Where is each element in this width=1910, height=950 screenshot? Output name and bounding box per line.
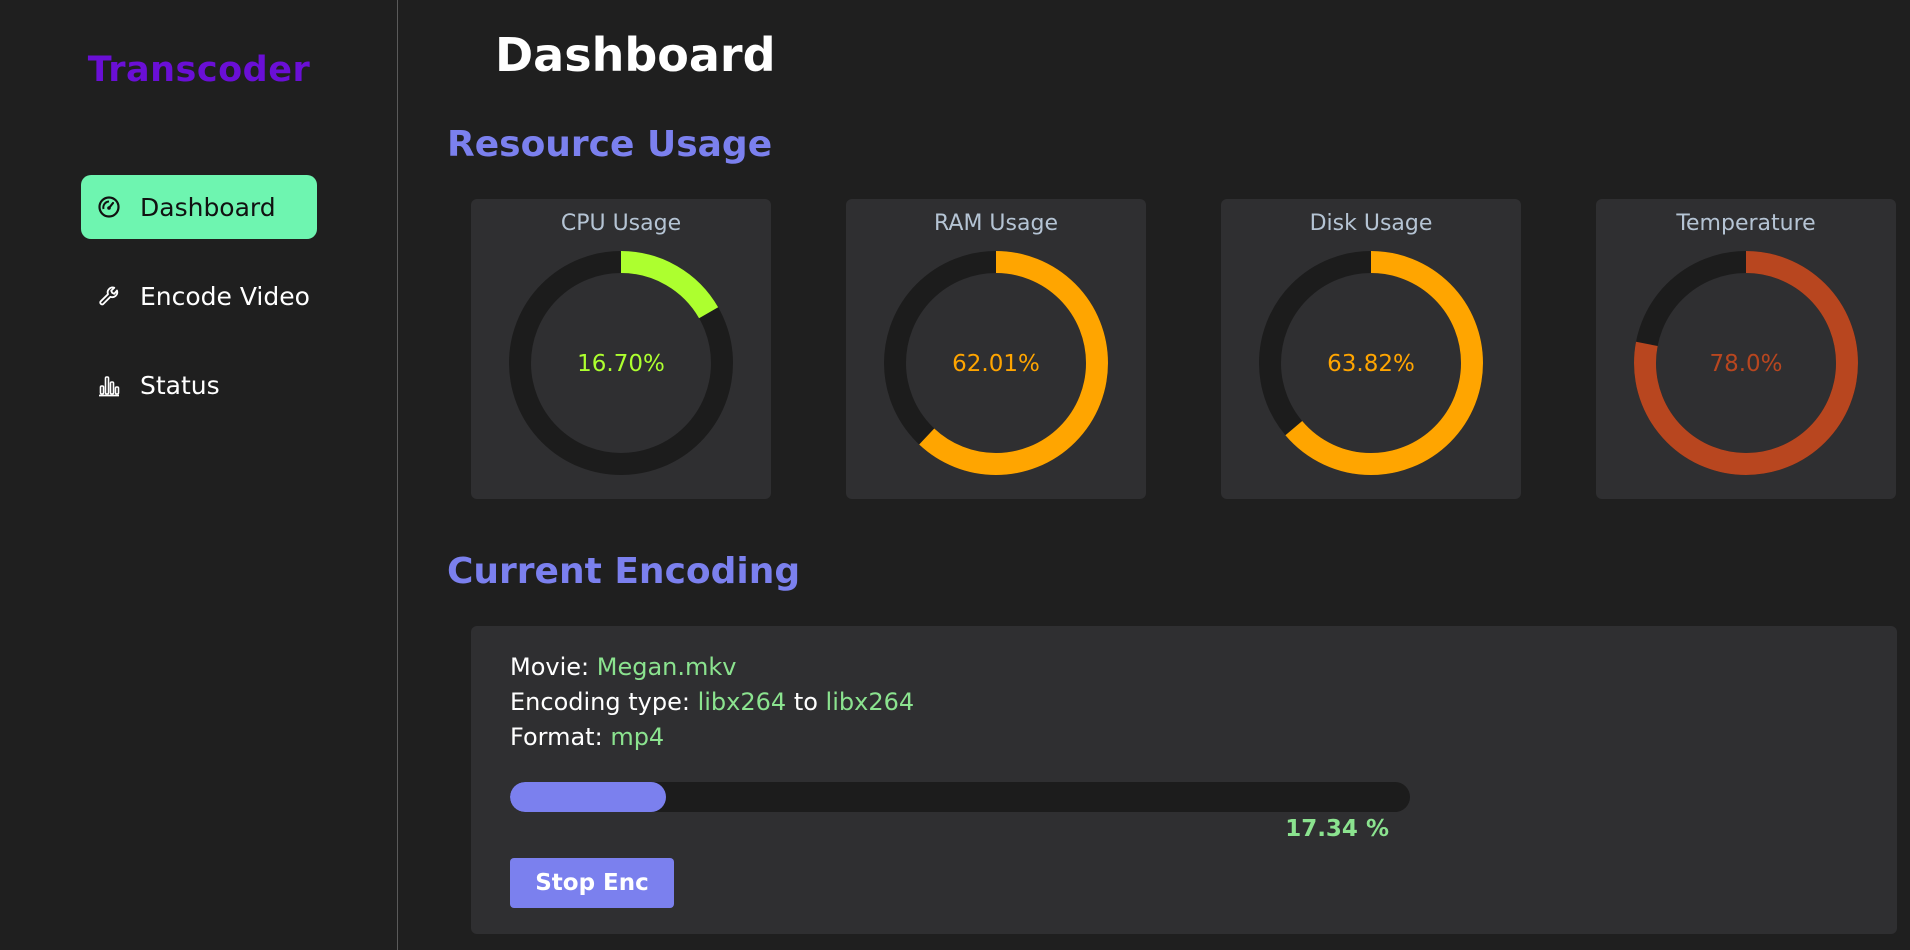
format-line: Format: mp4 bbox=[510, 723, 664, 751]
wrench-icon bbox=[96, 283, 122, 309]
resource-usage-heading: Resource Usage bbox=[447, 124, 773, 165]
to-word: to bbox=[793, 688, 818, 716]
temperature-card: Temperature 78.0% bbox=[1596, 199, 1896, 499]
speedometer-icon bbox=[96, 194, 122, 220]
sidebar-item-label: Dashboard bbox=[140, 192, 276, 222]
sidebar-item-status[interactable]: Status bbox=[81, 353, 317, 417]
brand-logo[interactable]: Transcoder bbox=[0, 50, 398, 90]
encoding-progress-bar bbox=[510, 782, 1410, 812]
encoding-progress-text: 17.34 % bbox=[1285, 816, 1389, 842]
current-encoding-heading: Current Encoding bbox=[447, 551, 801, 592]
movie-value: Megan.mkv bbox=[596, 653, 737, 681]
movie-line: Movie: Megan.mkv bbox=[510, 653, 737, 681]
bar-chart-icon bbox=[96, 372, 122, 398]
sidebar-item-label: Encode Video bbox=[140, 281, 310, 311]
stop-encoding-button[interactable]: Stop Enc bbox=[510, 858, 674, 908]
encoding-type-label: Encoding type: bbox=[510, 688, 690, 716]
disk-usage-card: Disk Usage 63.82% bbox=[1221, 199, 1521, 499]
sidebar-item-dashboard[interactable]: Dashboard bbox=[81, 175, 317, 239]
temperature-value: 78.0% bbox=[1709, 351, 1783, 377]
ram-usage-value: 62.01% bbox=[952, 351, 1040, 377]
format-value: mp4 bbox=[610, 723, 665, 751]
sidebar-item-encode-video[interactable]: Encode Video bbox=[81, 264, 317, 328]
sidebar-item-label: Status bbox=[140, 370, 220, 400]
cpu-usage-value: 16.70% bbox=[577, 351, 665, 377]
cpu-usage-card: CPU Usage 16.70% bbox=[471, 199, 771, 499]
to-codec-value: libx264 bbox=[825, 688, 915, 716]
encoding-type-line: Encoding type: libx264 to libx264 bbox=[510, 688, 914, 716]
movie-label: Movie: bbox=[510, 653, 590, 681]
sidebar: Transcoder Dashboard Encode Video Status bbox=[0, 0, 398, 950]
page-title: Dashboard bbox=[495, 28, 776, 82]
app-root: Transcoder Dashboard Encode Video Status… bbox=[0, 0, 1910, 950]
current-encoding-panel: Movie: Megan.mkv Encoding type: libx264 … bbox=[471, 626, 1897, 934]
encoding-progress-fill bbox=[510, 782, 667, 812]
from-codec-value: libx264 bbox=[697, 688, 787, 716]
format-label: Format: bbox=[510, 723, 603, 751]
ram-usage-card: RAM Usage 62.01% bbox=[846, 199, 1146, 499]
disk-usage-value: 63.82% bbox=[1327, 351, 1415, 377]
